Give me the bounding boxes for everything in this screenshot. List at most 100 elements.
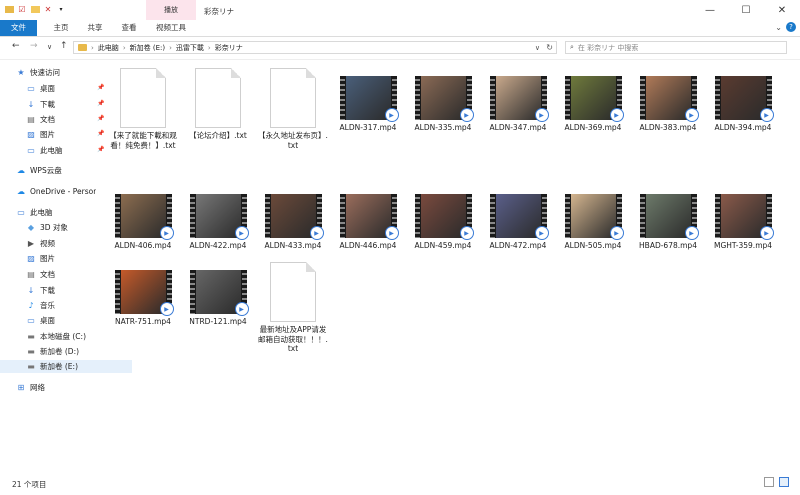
sidebar-item-label: 此电脑 <box>40 146 63 155</box>
video-file-item[interactable]: ▶ NTRD-121.mp4 <box>183 262 253 327</box>
player-badge-icon: ▶ <box>459 108 474 122</box>
up-icon[interactable]: ↑ <box>60 41 68 51</box>
breadcrumb-item[interactable]: 此电脑 <box>98 43 119 53</box>
video-file-item[interactable]: ▶ NATR-751.mp4 <box>108 262 178 327</box>
video-file-item[interactable]: ▶ ALDN-505.mp4 <box>558 186 628 251</box>
file-list: 【来了就能下載和观看！纯免费！】.txt 【论坛介绍】.txt 【永久地址发布页】.… <box>108 60 800 470</box>
sidebar-item[interactable]: ▭ 此电脑 <box>26 144 96 157</box>
recent-locations-icon[interactable]: ∨ <box>47 43 52 51</box>
sidebar-item-label: OneDrive - Personal <box>30 187 96 196</box>
sidebar-item[interactable]: ♪ 音乐 <box>26 299 96 312</box>
text-file-icon <box>270 68 316 128</box>
sidebar-item[interactable]: ▭ 桌面 <box>26 314 96 327</box>
breadcrumb[interactable]: › 此电脑 › 新加卷 (E:) › 迅雷下載 › 彩奈リナ ∨ ↻ <box>73 41 557 54</box>
minimize-icon[interactable]: — <box>692 0 728 20</box>
video-thumbnail-icon: ▶ <box>489 76 549 122</box>
computer-icon: ▭ <box>17 208 25 217</box>
sidebar-item[interactable]: ☁ WPS云盘 <box>16 164 96 177</box>
sidebar-item[interactable]: ★ 快速访问 <box>16 66 96 79</box>
new-folder-icon[interactable] <box>30 4 40 14</box>
details-view-icon[interactable] <box>764 477 774 487</box>
sidebar-item-label: WPS云盘 <box>30 166 62 175</box>
player-badge-icon: ▶ <box>684 226 699 240</box>
search-input[interactable]: ⌕ 在 彩奈リナ 中搜索 <box>565 41 787 54</box>
tab-file[interactable]: 文件 <box>0 20 37 36</box>
video-thumbnail-icon: ▶ <box>639 194 699 240</box>
pin-icon: 📌 <box>97 100 105 107</box>
player-badge-icon: ▶ <box>234 226 249 240</box>
forward-icon[interactable]: → <box>30 41 38 51</box>
sidebar-item[interactable]: ▤ 文档 <box>26 113 96 126</box>
pin-icon: 📌 <box>97 84 105 91</box>
sidebar-item[interactable]: ▭ 此电脑 <box>16 206 96 219</box>
video-file-item[interactable]: ▶ ALDN-394.mp4 <box>708 68 778 133</box>
file-name: ALDN-406.mp4 <box>114 241 172 250</box>
text-file-item[interactable]: 【论坛介绍】.txt <box>183 68 253 141</box>
customize-dropdown-icon[interactable]: ▾ <box>56 4 66 14</box>
tab-view[interactable]: 查看 <box>116 20 142 36</box>
chevron-down-icon[interactable]: ⌄ <box>775 23 782 32</box>
tab-home[interactable]: 主页 <box>48 20 74 36</box>
help-icon[interactable]: ? <box>786 22 796 32</box>
context-tab-play[interactable]: 播放 <box>146 0 196 21</box>
properties-icon[interactable]: ☑ <box>17 4 27 14</box>
video-file-item[interactable]: ▶ ALDN-369.mp4 <box>558 68 628 133</box>
video-file-item[interactable]: ▶ ALDN-459.mp4 <box>408 186 478 251</box>
video-file-item[interactable]: ▶ ALDN-347.mp4 <box>483 68 553 133</box>
sidebar-item[interactable]: ▶ 视频 <box>26 237 96 250</box>
text-file-item[interactable]: 【永久地址发布页】.txt <box>258 68 328 150</box>
breadcrumb-item[interactable]: 迅雷下載 <box>176 43 204 53</box>
sidebar-item[interactable]: ▨ 图片 <box>26 252 96 265</box>
video-file-item[interactable]: ▶ ALDN-433.mp4 <box>258 186 328 251</box>
music-icon: ♪ <box>28 301 34 310</box>
player-badge-icon: ▶ <box>159 226 174 240</box>
tab-share[interactable]: 共享 <box>82 20 108 36</box>
breadcrumb-item[interactable]: 彩奈リナ <box>215 43 243 53</box>
sidebar-item[interactable]: ↓ 下载 <box>26 284 96 297</box>
sidebar-item-label: 下载 <box>40 286 55 295</box>
desktop-icon: ▭ <box>27 316 35 325</box>
sidebar-item[interactable]: ▬ 新加卷 (D:) <box>26 345 96 358</box>
sidebar-item[interactable]: ◆ 3D 对象 <box>26 221 96 234</box>
cube-icon: ◆ <box>27 223 35 232</box>
sidebar-item[interactable]: ▨ 图片 <box>26 128 96 141</box>
player-badge-icon: ▶ <box>609 226 624 240</box>
video-file-item[interactable]: ▶ HBAD-678.mp4 <box>633 186 703 251</box>
refresh-icon[interactable]: ↻ <box>546 43 553 52</box>
file-name: ALDN-433.mp4 <box>264 241 322 250</box>
chevron-down-icon[interactable]: ∨ <box>535 44 540 52</box>
player-badge-icon: ▶ <box>684 108 699 122</box>
tab-video-tools[interactable]: 视频工具 <box>146 20 196 36</box>
sidebar-item[interactable]: ▬ 本地磁盘 (C:) <box>26 330 96 343</box>
video-file-item[interactable]: ▶ ALDN-317.mp4 <box>333 68 403 133</box>
video-file-item[interactable]: ▶ MGHT-359.mp4 <box>708 186 778 251</box>
delete-icon[interactable]: ✕ <box>43 4 53 14</box>
video-file-item[interactable]: ▶ ALDN-472.mp4 <box>483 186 553 251</box>
text-file-item[interactable]: 最新地址及APP请发邮箱自动获取！！！.txt <box>258 262 328 354</box>
sidebar-item[interactable]: ☁ OneDrive - Personal <box>16 185 96 198</box>
video-thumbnail-icon: ▶ <box>564 76 624 122</box>
video-file-item[interactable]: ▶ ALDN-422.mp4 <box>183 186 253 251</box>
video-thumbnail-icon: ▶ <box>714 76 774 122</box>
sidebar-item[interactable]: ⊞ 网络 <box>16 381 96 394</box>
sidebar-item-label: 下載 <box>40 100 55 109</box>
video-file-item[interactable]: ▶ ALDN-446.mp4 <box>333 186 403 251</box>
folder-icon[interactable] <box>4 4 14 14</box>
video-file-item[interactable]: ▶ ALDN-335.mp4 <box>408 68 478 133</box>
sidebar-item-label: 此电脑 <box>30 208 53 217</box>
sidebar-item[interactable]: ↓ 下載 <box>26 98 96 111</box>
file-name: ALDN-369.mp4 <box>564 123 622 132</box>
back-icon[interactable]: ← <box>12 41 20 51</box>
video-file-item[interactable]: ▶ ALDN-406.mp4 <box>108 186 178 251</box>
maximize-icon[interactable]: ☐ <box>728 0 764 20</box>
sidebar-item[interactable]: ▭ 桌面 <box>26 82 96 95</box>
video-file-item[interactable]: ▶ ALDN-383.mp4 <box>633 68 703 133</box>
drive-icon: ▬ <box>27 347 35 356</box>
large-icons-view-icon[interactable] <box>779 477 789 487</box>
sidebar-item[interactable]: ▤ 文档 <box>26 268 96 281</box>
player-badge-icon: ▶ <box>759 226 774 240</box>
video-thumbnail-icon: ▶ <box>414 76 474 122</box>
text-file-item[interactable]: 【来了就能下載和观看！纯免费！】.txt <box>108 68 178 150</box>
close-icon[interactable]: ✕ <box>764 0 800 20</box>
breadcrumb-item[interactable]: 新加卷 (E:) <box>130 43 165 53</box>
